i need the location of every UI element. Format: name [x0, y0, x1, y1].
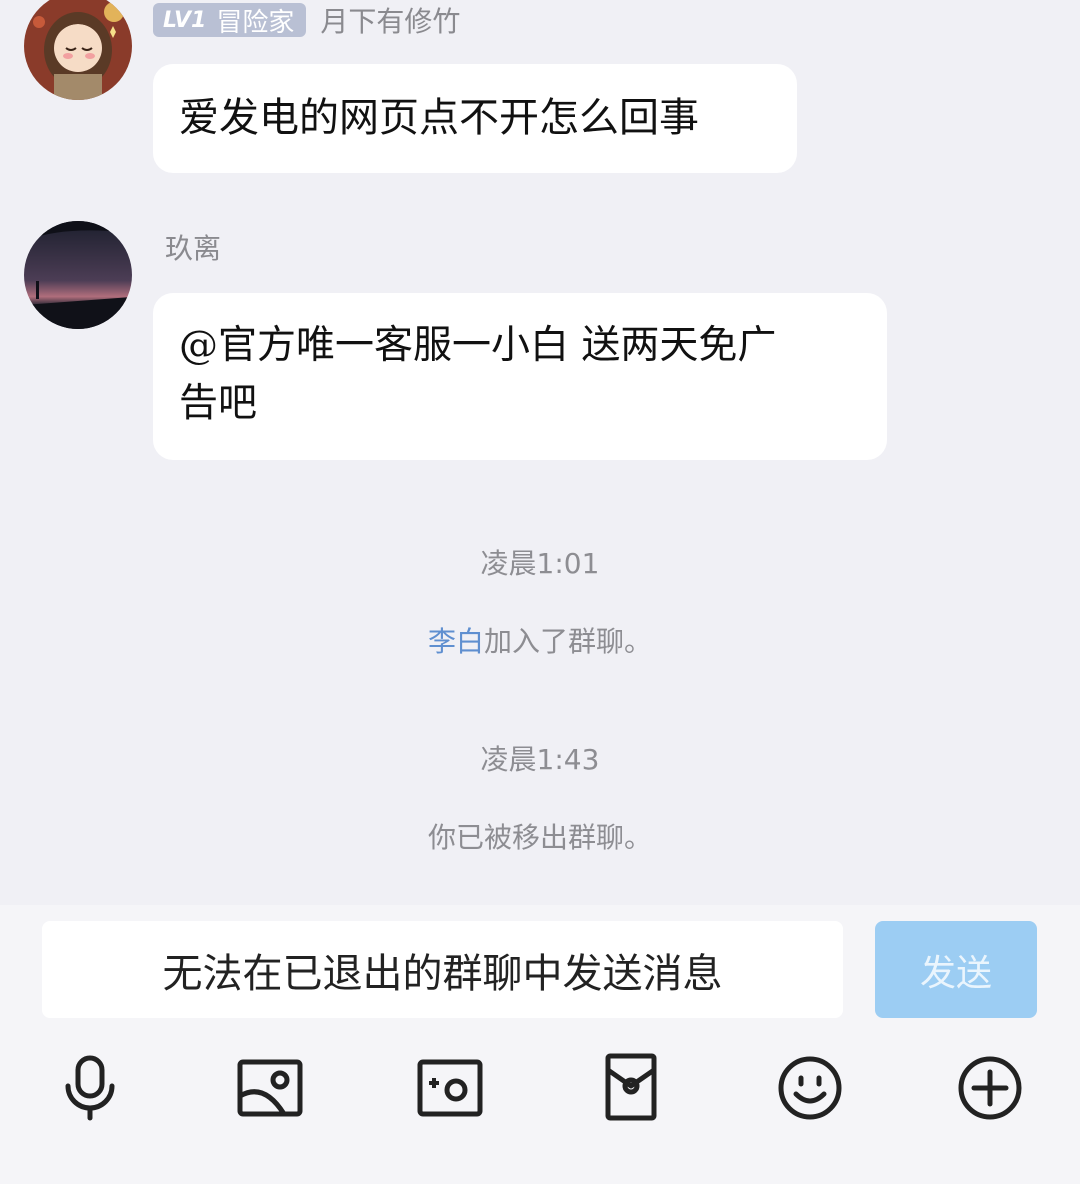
level-badge-level: LV1 — [163, 7, 207, 33]
message-bubble[interactable]: 爱发电的网页点不开怎么回事 — [153, 64, 797, 173]
timestamp: 凌晨1:01 — [480, 547, 600, 580]
avatar-user-2[interactable] — [24, 221, 132, 329]
camera-icon[interactable] — [414, 1052, 486, 1124]
image-icon[interactable] — [234, 1052, 306, 1124]
message-1-header: LV1 冒险家 月下有修竹 — [153, 0, 460, 40]
message-bubble[interactable]: @官方唯一客服一小白 送两天免广 告吧 — [153, 293, 887, 460]
sender-name[interactable]: 玖离 — [165, 227, 221, 267]
message-text-line: 告吧 — [179, 381, 258, 426]
red-envelope-icon[interactable] — [594, 1052, 666, 1124]
sender-name[interactable]: 月下有修竹 — [320, 0, 460, 40]
plus-icon[interactable] — [954, 1052, 1026, 1124]
level-badge: LV1 冒险家 — [153, 3, 307, 38]
system-notice-join: 李白加入了群聊。 — [0, 620, 1080, 660]
composer-bar: 无法在已退出的群聊中发送消息 发送 — [0, 905, 1080, 1184]
message-input[interactable]: 无法在已退出的群聊中发送消息 — [42, 921, 843, 1018]
microphone-icon[interactable] — [54, 1052, 126, 1124]
message-2-header: 玖离 — [165, 227, 221, 267]
message-text: 爱发电的网页点不开怎么回事 — [179, 95, 699, 141]
system-notice-text: 加入了群聊。 — [484, 625, 653, 658]
send-button[interactable]: 发送 — [875, 921, 1037, 1018]
message-text-line: @官方唯一客服一小白 送两天免广 — [179, 323, 777, 368]
joined-user-link[interactable]: 李白 — [428, 625, 484, 658]
timestamp: 凌晨1:43 — [480, 743, 600, 776]
system-notice-removed: 你已被移出群聊。 — [427, 821, 652, 854]
level-badge-title: 冒险家 — [216, 7, 295, 38]
emoji-icon[interactable] — [774, 1052, 846, 1124]
avatar-user-1[interactable] — [24, 0, 132, 100]
